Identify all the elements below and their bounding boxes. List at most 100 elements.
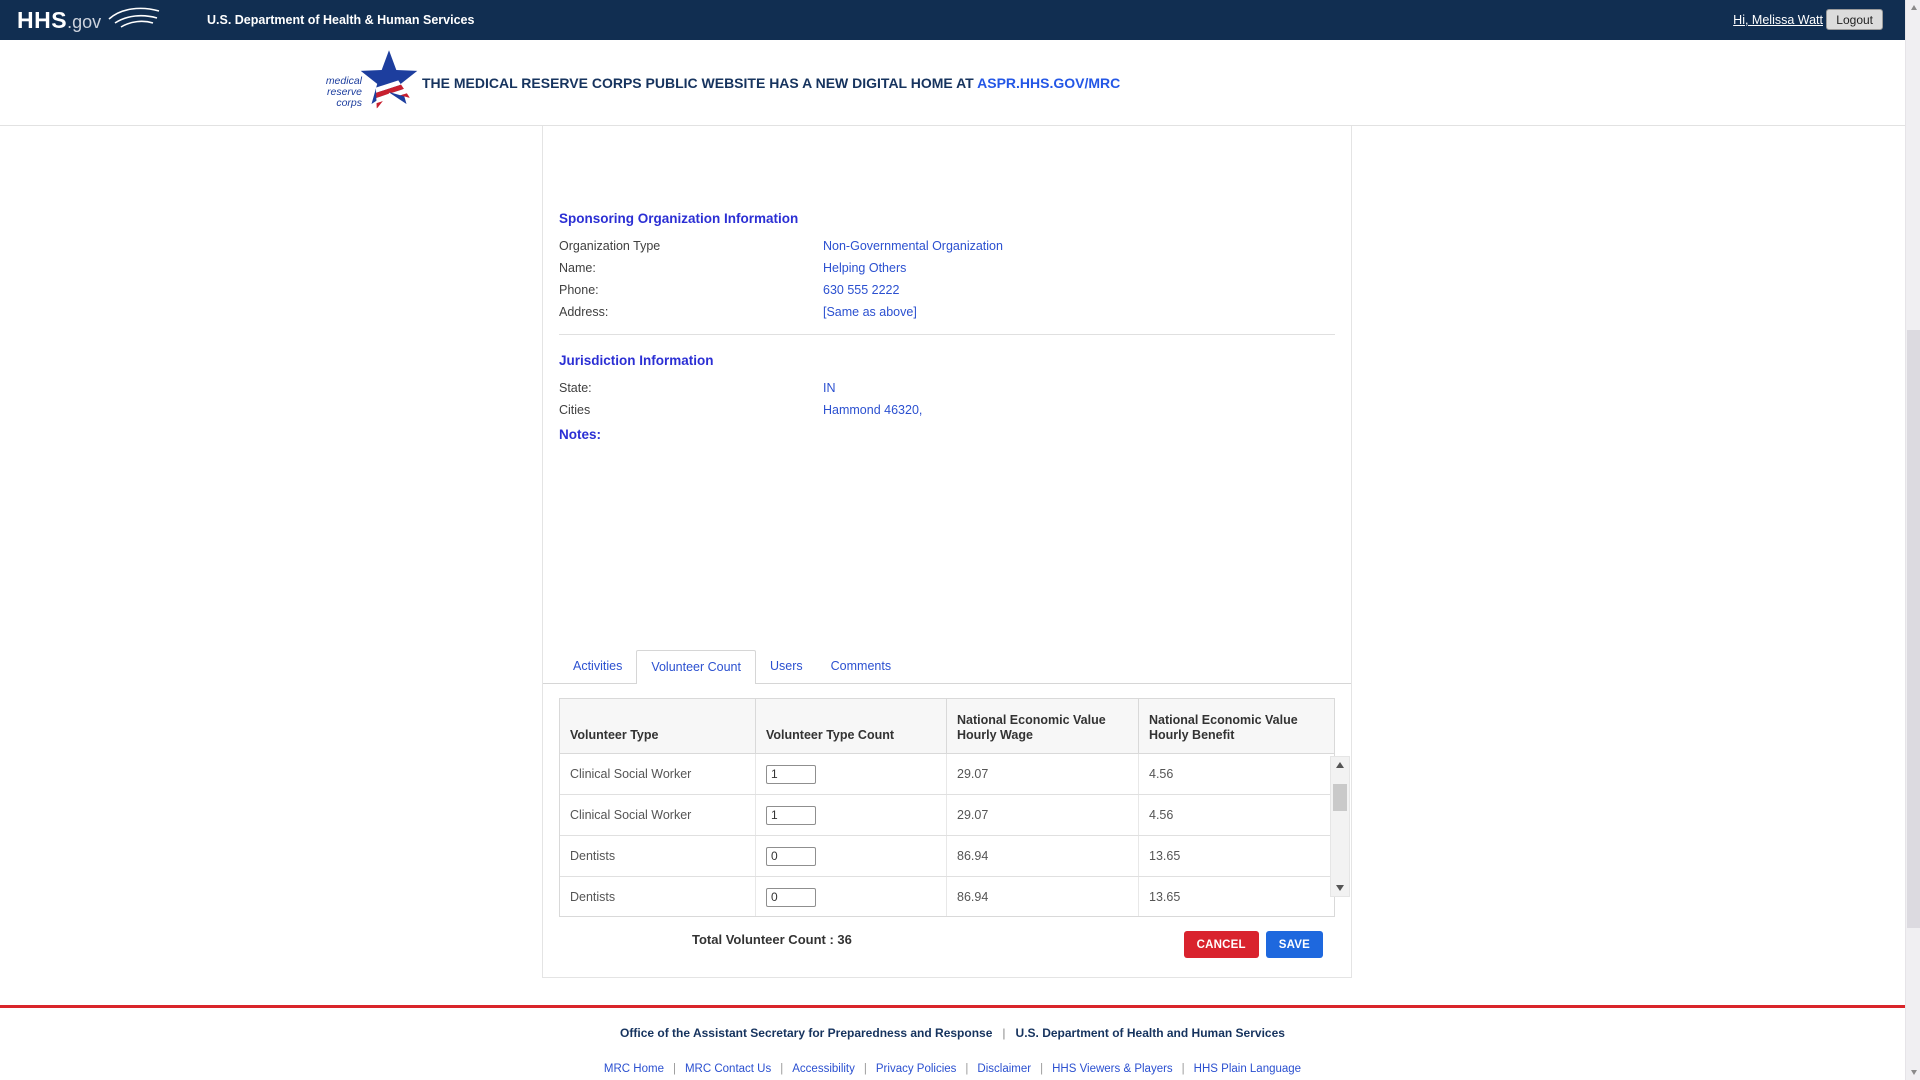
volunteer-type-cell: Dentists	[560, 877, 755, 917]
org-name-value: Helping Others	[823, 261, 906, 275]
org-phone-row: Phone: 630 555 2222	[559, 283, 1335, 301]
volunteer-count-table: Volunteer Type Volunteer Type Count Nati…	[559, 698, 1335, 917]
volunteer-type-cell: Dentists	[560, 836, 755, 876]
mrc-logo: medical reserve corps	[312, 48, 424, 120]
scroll-up-icon[interactable]	[1331, 757, 1349, 773]
org-address-row: Address: [Same as above]	[559, 305, 1335, 323]
org-phone-value: 630 555 2222	[823, 283, 899, 297]
footer-link-separator: |	[965, 1063, 968, 1075]
org-name-row: Name: Helping Others	[559, 261, 1335, 279]
table-row: Clinical Social Worker 29.07 4.56	[560, 754, 1334, 795]
tab-comments[interactable]: Comments	[817, 650, 905, 683]
section-divider	[559, 334, 1335, 335]
count-input[interactable]	[766, 806, 816, 825]
state-value: IN	[823, 381, 836, 395]
footer-link-separator: |	[673, 1063, 676, 1075]
col-hourly-wage: National Economic Value Hourly Wage	[946, 699, 1138, 753]
footer-link-separator: |	[864, 1063, 867, 1075]
hhs-logo[interactable]: HHS.gov	[17, 0, 161, 40]
wage-cell: 29.07	[946, 754, 1138, 794]
logout-button[interactable]: Logout	[1826, 9, 1883, 30]
count-input[interactable]	[766, 888, 816, 907]
count-cell	[755, 795, 946, 835]
benefit-cell: 4.56	[1138, 754, 1334, 794]
wage-cell: 86.94	[946, 877, 1138, 917]
footer-link-mrc-home[interactable]: MRC Home	[604, 1063, 664, 1075]
cities-row: Cities Hammond 46320,	[559, 403, 1335, 421]
col-hourly-benefit: National Economic Value Hourly Benefit	[1138, 699, 1334, 753]
org-phone-label: Phone:	[559, 283, 599, 297]
footer-link-separator: |	[780, 1063, 783, 1075]
footer-red-rule	[0, 1005, 1905, 1008]
org-address-label: Address:	[559, 305, 608, 319]
hhs-logo-text: HHS.gov	[17, 7, 101, 34]
state-label: State:	[559, 381, 592, 395]
footer-link-accessibility[interactable]: Accessibility	[792, 1063, 855, 1075]
table-row: Dentists 86.94 13.65	[560, 836, 1334, 877]
cancel-button[interactable]: CANCEL	[1184, 931, 1259, 958]
state-row: State: IN	[559, 381, 1335, 399]
org-type-value: Non-Governmental Organization	[823, 239, 1003, 253]
footer-link-separator: |	[1182, 1063, 1185, 1075]
tab-volunteer-count[interactable]: Volunteer Count	[636, 650, 756, 684]
footer-org-line: Office of the Assistant Secretary for Pr…	[0, 1026, 1905, 1040]
mrc-logo-text: medical reserve corps	[312, 76, 362, 109]
org-name-label: Name:	[559, 261, 596, 275]
count-input[interactable]	[766, 765, 816, 784]
footer-link-mrc-contact[interactable]: MRC Contact Us	[685, 1063, 771, 1075]
org-type-label: Organization Type	[559, 239, 660, 253]
mrc-banner: medical reserve corps THE	[0, 40, 1905, 126]
scroll-down-icon[interactable]	[1331, 880, 1349, 896]
org-address-value: [Same as above]	[823, 305, 917, 319]
tab-activities[interactable]: Activities	[559, 650, 636, 683]
table-header-row: Volunteer Type Volunteer Type Count Nati…	[559, 698, 1335, 754]
banner-message: THE MEDICAL RESERVE CORPS PUBLIC WEBSITE…	[422, 75, 1120, 91]
org-info-section-title: Sponsoring Organization Information	[559, 211, 798, 226]
volunteer-type-cell: Clinical Social Worker	[560, 754, 755, 794]
department-title: U.S. Department of Health & Human Servic…	[207, 13, 474, 27]
wage-cell: 29.07	[946, 795, 1138, 835]
browser-scroll-up-icon[interactable]	[1906, 0, 1920, 15]
total-volunteer-count: Total Volunteer Count : 36	[692, 932, 852, 947]
footer-link-plain-language[interactable]: HHS Plain Language	[1194, 1063, 1301, 1075]
footer-aspr-text: Office of the Assistant Secretary for Pr…	[620, 1026, 992, 1040]
browser-scrollbar-thumb[interactable]	[1907, 330, 1920, 928]
footer-link-privacy[interactable]: Privacy Policies	[876, 1063, 957, 1075]
footer-link-viewers[interactable]: HHS Viewers & Players	[1052, 1063, 1173, 1075]
user-greeting-link[interactable]: Hi, Melissa Watt	[1733, 13, 1823, 27]
detail-tabbar: Activities Volunteer Count Users Comment…	[543, 650, 1351, 684]
browser-scroll-down-icon[interactable]	[1906, 1065, 1920, 1080]
count-cell	[755, 836, 946, 876]
footer-hhs-text: U.S. Department of Health and Human Serv…	[1016, 1026, 1285, 1040]
form-actions: CANCEL SAVE	[1184, 931, 1323, 958]
col-volunteer-type-count: Volunteer Type Count	[755, 699, 946, 753]
tab-users[interactable]: Users	[756, 650, 817, 683]
hhs-top-bar: HHS.gov U.S. Department of Health & Huma…	[0, 0, 1905, 40]
footer-links: MRC Home | MRC Contact Us | Accessibility | Pr…	[0, 1063, 1905, 1075]
footer-separator: |	[1002, 1026, 1005, 1040]
volunteer-type-cell: Clinical Social Worker	[560, 795, 755, 835]
count-input[interactable]	[766, 847, 816, 866]
org-type-row: Organization Type Non-Governmental Organ…	[559, 239, 1335, 257]
notes-section-title: Notes:	[559, 427, 601, 442]
mrc-star-icon	[358, 50, 420, 115]
cities-value: Hammond 46320,	[823, 403, 922, 417]
count-cell	[755, 754, 946, 794]
aspr-mrc-link[interactable]: ASPR.HHS.GOV/MRC	[977, 75, 1120, 91]
browser-scrollbar[interactable]	[1905, 0, 1920, 1080]
footer-link-separator: |	[1040, 1063, 1043, 1075]
count-cell	[755, 877, 946, 917]
col-volunteer-type: Volunteer Type	[560, 699, 755, 753]
wage-cell: 86.94	[946, 836, 1138, 876]
save-button[interactable]: SAVE	[1266, 931, 1323, 958]
table-scrollbar[interactable]	[1330, 756, 1350, 897]
cities-label: Cities	[559, 403, 590, 417]
hhs-eagle-icon	[107, 4, 161, 37]
table-row: Clinical Social Worker 29.07 4.56	[560, 795, 1334, 836]
table-row: Dentists 86.94 13.65	[560, 877, 1334, 917]
benefit-cell: 13.65	[1138, 836, 1334, 876]
table-scrollbar-thumb[interactable]	[1333, 784, 1347, 811]
benefit-cell: 4.56	[1138, 795, 1334, 835]
footer-link-disclaimer[interactable]: Disclaimer	[977, 1063, 1031, 1075]
jurisdiction-section-title: Jurisdiction Information	[559, 353, 714, 368]
